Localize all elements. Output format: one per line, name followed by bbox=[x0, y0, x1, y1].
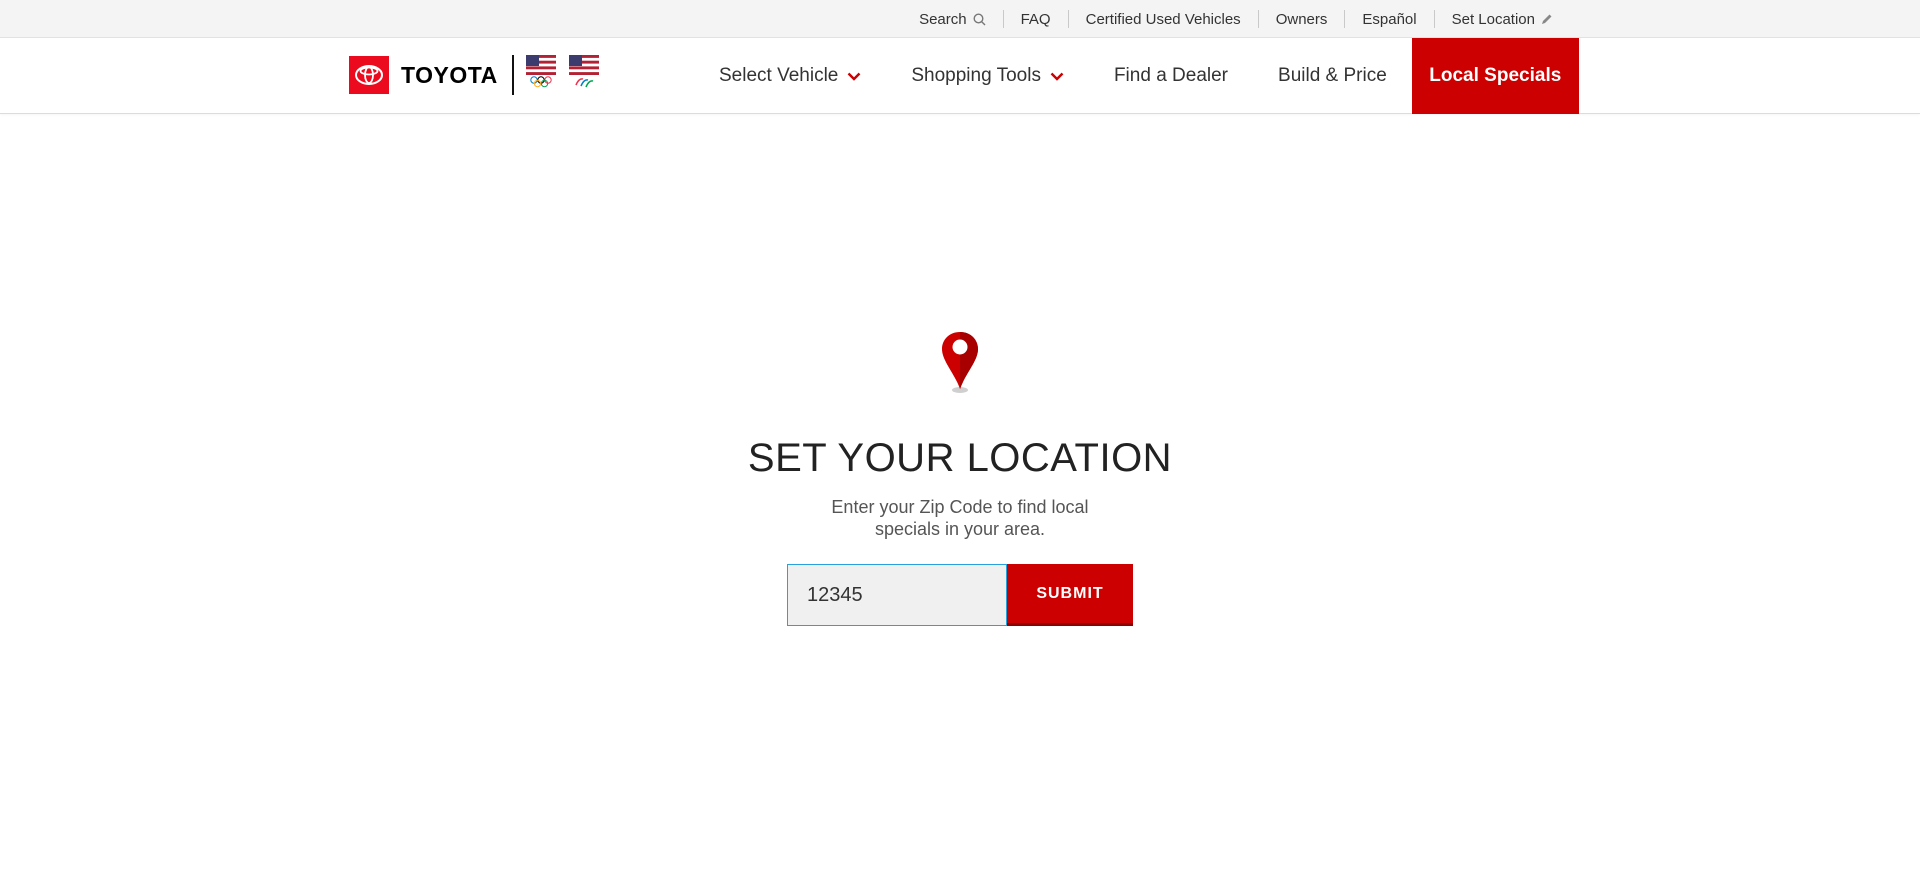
utility-owners-label: Owners bbox=[1275, 10, 1328, 28]
utility-set-location-label: Set Location bbox=[1451, 10, 1535, 28]
page-title: SET YOUR LOCATION bbox=[747, 436, 1173, 480]
utility-espanol-label: Español bbox=[1362, 10, 1417, 28]
zip-form: SUBMIT bbox=[787, 564, 1133, 626]
chevron-down-icon bbox=[847, 72, 861, 81]
nav-local-specials[interactable]: Local Specials bbox=[1411, 38, 1579, 114]
logo-divider bbox=[511, 55, 514, 95]
location-description: Enter your Zip Code to find local specia… bbox=[831, 497, 1089, 539]
utility-certified-used-label: Certified Used Vehicles bbox=[1085, 10, 1241, 28]
utility-set-location-link[interactable]: Set Location bbox=[1433, 10, 1570, 28]
nav-select-vehicle[interactable]: Select Vehicle bbox=[694, 38, 886, 114]
nav-select-vehicle-label: Select Vehicle bbox=[719, 65, 839, 86]
utility-search-link[interactable]: Search bbox=[902, 10, 1003, 28]
utility-faq-link[interactable]: FAQ bbox=[1002, 10, 1068, 28]
nav-find-a-dealer-label: Find a Dealer bbox=[1113, 65, 1229, 86]
main-header: TOYOTA Select Vehicle Shopping Tools Fin… bbox=[0, 38, 1920, 114]
search-icon bbox=[973, 12, 986, 26]
utility-search-label: Search bbox=[919, 10, 967, 28]
pencil-icon bbox=[1541, 13, 1553, 25]
nav-build-and-price-label: Build & Price bbox=[1278, 65, 1387, 86]
set-location-panel: SET YOUR LOCATION Enter your Zip Code to… bbox=[0, 330, 1920, 626]
olympic-flag-icon bbox=[525, 55, 556, 95]
nav-shopping-tools-label: Shopping Tools bbox=[911, 65, 1041, 86]
utility-espanol-link[interactable]: Español bbox=[1344, 10, 1433, 28]
brand-logo[interactable]: TOYOTA bbox=[349, 55, 612, 95]
toyota-emblem-icon bbox=[349, 56, 389, 94]
main-nav: Select Vehicle Shopping Tools Find a Dea… bbox=[694, 38, 1579, 114]
utility-faq-label: FAQ bbox=[1020, 10, 1051, 28]
brand-wordmark: TOYOTA bbox=[401, 61, 498, 88]
submit-button[interactable]: SUBMIT bbox=[1007, 564, 1133, 626]
paralympic-flag-icon bbox=[568, 55, 599, 95]
utility-owners-link[interactable]: Owners bbox=[1257, 10, 1345, 28]
utility-links: Search FAQ Certified Used Vehicles Owner… bbox=[902, 0, 1570, 38]
nav-find-a-dealer[interactable]: Find a Dealer bbox=[1089, 38, 1253, 114]
chevron-down-icon bbox=[1050, 72, 1064, 81]
zip-code-input[interactable] bbox=[787, 564, 1007, 626]
nav-local-specials-label: Local Specials bbox=[1429, 65, 1562, 86]
utility-bar: Search FAQ Certified Used Vehicles Owner… bbox=[0, 0, 1920, 38]
utility-certified-used-link[interactable]: Certified Used Vehicles bbox=[1067, 10, 1258, 28]
nav-build-and-price[interactable]: Build & Price bbox=[1253, 38, 1412, 114]
nav-shopping-tools[interactable]: Shopping Tools bbox=[886, 38, 1089, 114]
map-pin-icon bbox=[940, 330, 980, 396]
